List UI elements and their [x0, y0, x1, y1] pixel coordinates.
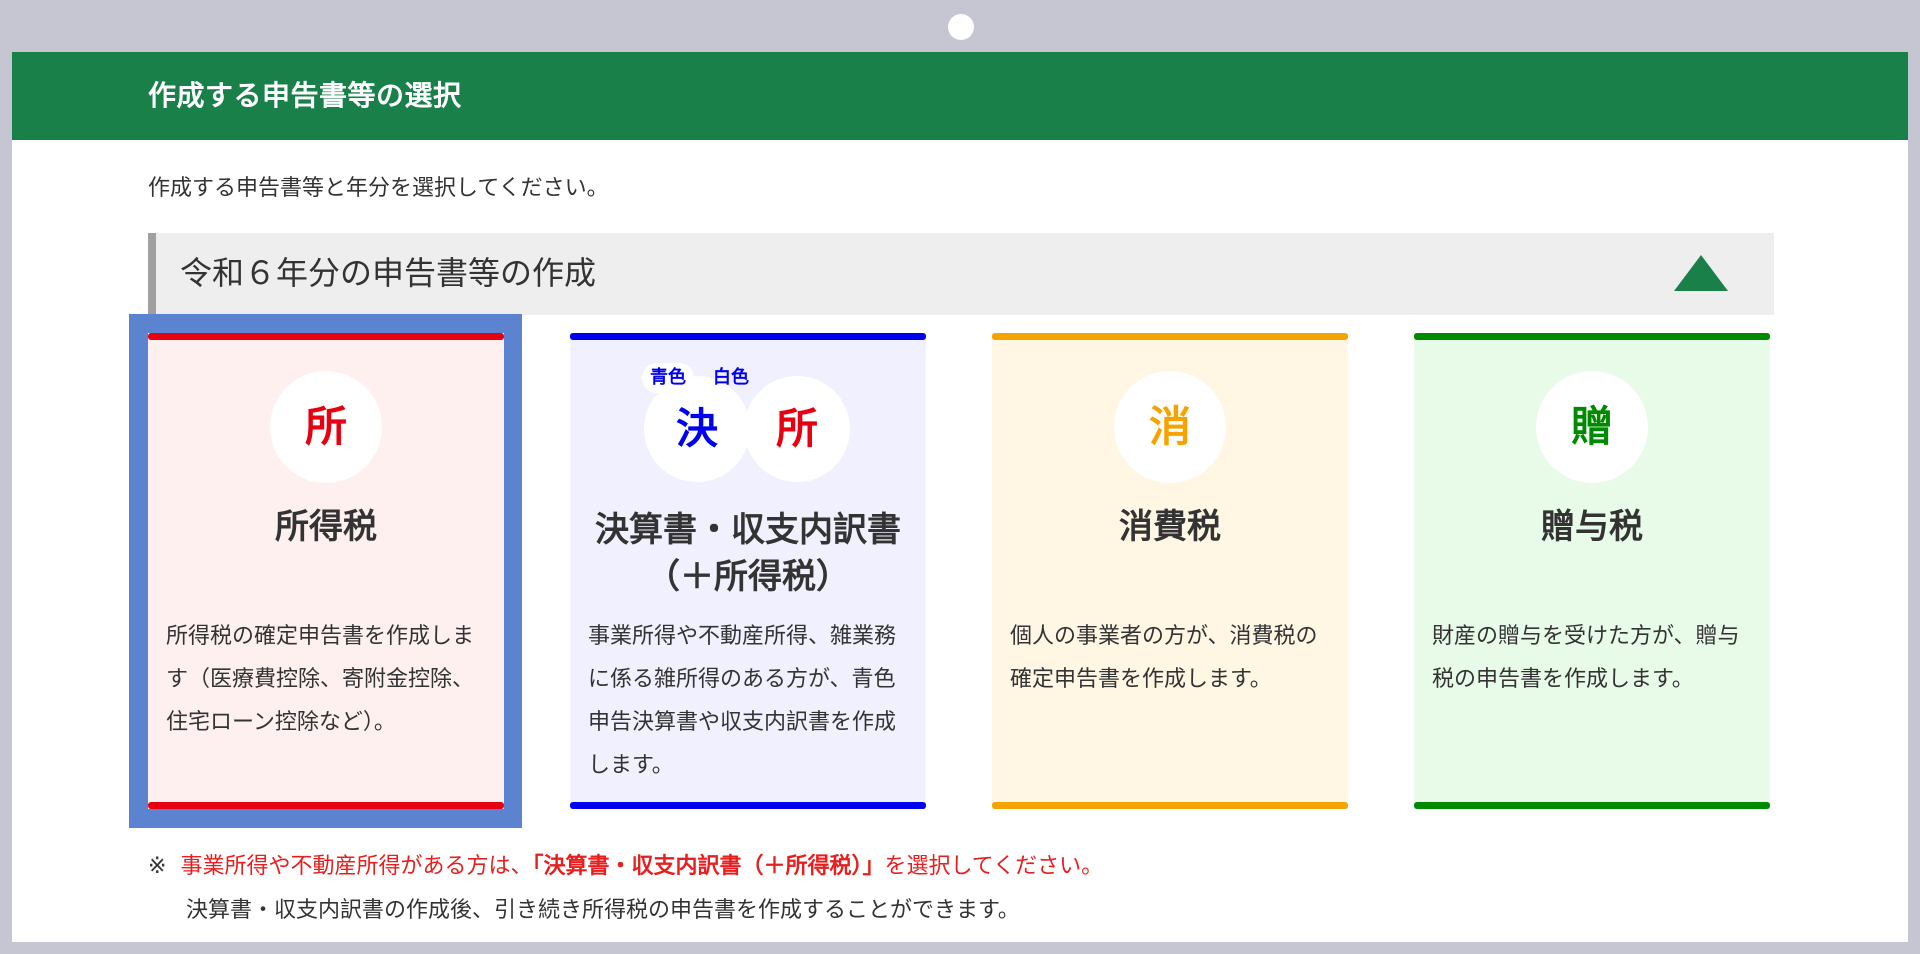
card-title: 消費税: [1119, 507, 1221, 547]
consumption-tax-badge-icon: 消: [1114, 371, 1226, 483]
card-description: 事業所得や不動産所得、雑業務に係る雑所得のある方が、青色申告決算書や収支内訳書を…: [588, 624, 897, 778]
page-header: 作成する申告書等の選択: [12, 52, 1908, 140]
card-settlement[interactable]: 決 所 青色 白色 決算書・収支内訳書 （＋所得税） 事業所得や不動産所得、雑業…: [570, 333, 926, 809]
card-title: 贈与税: [1541, 507, 1643, 547]
card-description: 財産の贈与を受けた方が、贈与税の申告書を作成します。: [1432, 624, 1740, 692]
intro-text: 作成する申告書等と年分を選択してください。: [148, 176, 609, 201]
card-bottom-bar: [992, 802, 1348, 809]
collapse-button[interactable]: [1674, 255, 1730, 295]
income-tax-badge-icon: 所: [744, 376, 850, 482]
card-top-bar: [570, 333, 926, 340]
card-title-line1: 決算書・収支内訳書: [595, 510, 901, 550]
triangle-up-icon: [1674, 255, 1728, 291]
card-income-tax[interactable]: 所 所得税 所得税の確定申告書を作成します（医療費控除、寄附金控除、住宅ローン控…: [148, 333, 504, 809]
note-text-before: 事業所得や不動産所得がある方は、: [180, 854, 533, 879]
screen: 作成する申告書等の選択 作成する申告書等と年分を選択してください。 令和６年分の…: [12, 52, 1908, 942]
card-description: 所得税の確定申告書を作成します（医療費控除、寄附金控除、住宅ローン控除など）。: [166, 624, 475, 735]
card-title-line2: （＋所得税）: [646, 557, 850, 597]
page-title: 作成する申告書等の選択: [148, 79, 462, 112]
year-section-header[interactable]: 令和６年分の申告書等の作成: [148, 233, 1774, 315]
card-bottom-bar: [1414, 802, 1770, 809]
note-text-bold: 「決算書・収支内訳書（＋所得税）」: [532, 854, 885, 879]
note-text-after: を選択してください。: [884, 854, 1104, 879]
card-description: 個人の事業者の方が、消費税の確定申告書を作成します。: [1010, 624, 1318, 692]
note-line1: ※ 事業所得や不動産所得がある方は、「決算書・収支内訳書（＋所得税）」を選択してく…: [148, 848, 1103, 880]
card-top-bar: [992, 333, 1348, 340]
card-title: 所得税: [275, 507, 377, 547]
note-line2: 決算書・収支内訳書の作成後、引き続き所得税の申告書を作成することができます。: [186, 898, 1020, 923]
blue-return-tag: 青色: [642, 363, 694, 393]
year-section-title: 令和６年分の申告書等の作成: [180, 254, 597, 292]
white-return-tag: 白色: [713, 367, 749, 388]
income-tax-badge-icon: 所: [270, 371, 382, 483]
note-mark: ※: [148, 854, 167, 879]
card-top-bar: [148, 333, 504, 340]
card-top-bar: [1414, 333, 1770, 340]
card-bottom-bar: [148, 802, 504, 809]
card-consumption-tax[interactable]: 消 消費税 個人の事業者の方が、消費税の確定申告書を作成します。: [992, 333, 1348, 809]
camera-dot: [948, 14, 974, 40]
gift-tax-badge-icon: 贈: [1536, 371, 1648, 483]
card-gift-tax[interactable]: 贈 贈与税 財産の贈与を受けた方が、贈与税の申告書を作成します。: [1414, 333, 1770, 809]
card-bottom-bar: [570, 802, 926, 809]
